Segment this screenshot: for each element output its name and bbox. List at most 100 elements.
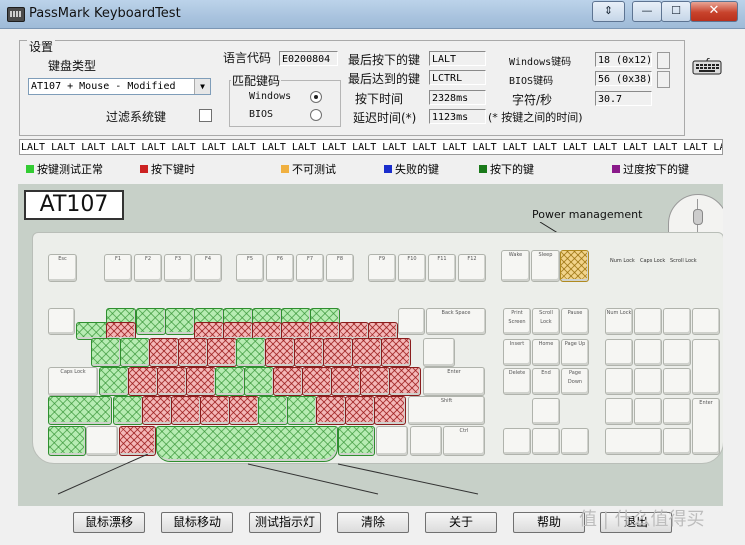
clear-button[interactable]: 清除 [337,512,409,533]
legend-failed: 失败的键 [384,161,439,176]
help-button[interactable]: 帮助 [513,512,585,533]
key-f6: F6 [266,254,294,282]
key-b [215,367,245,396]
legend-swatch-icon [140,165,148,173]
close-button[interactable]: ✕ [690,1,738,22]
filter-system-keys-label: 过滤系统键 [106,110,167,124]
key-v [186,367,216,396]
key-shift-z [113,396,143,425]
status-indicator-1 [657,52,670,69]
key-num-minus [692,308,720,335]
key-left-ctrl [48,426,86,456]
key-shift-b [229,396,259,425]
cable-lines [57,454,479,495]
resize-arrows-button[interactable]: ⇕ [592,1,625,22]
key-print-screen: Print Screen [503,308,531,335]
key-num-3 [663,398,691,425]
key-log: LALT LALT LALT LALT LALT LALT LALT LALT … [19,139,723,155]
key-num-plus [692,339,720,395]
key-shift-n [258,396,288,425]
key-pause: Pause [561,308,589,335]
legend-untestable: 不可测试 [281,161,336,176]
language-code-field: E0200804 [279,51,338,66]
about-button[interactable]: 关于 [425,512,497,533]
keyboard-model-label: AT107 [24,190,124,220]
key-f12: F12 [458,254,486,282]
key-shift-period [345,396,375,425]
filter-system-keys-checkbox[interactable] [199,109,212,122]
maximize-button[interactable]: ☐ [661,1,691,22]
key-d [149,338,179,367]
delay-time-label: 延迟时间(*) [353,111,417,125]
legend-swatch-icon [26,165,34,173]
key-f7: F7 [296,254,324,282]
scroll-lock-led-label: Scroll Lock [670,258,697,264]
key-quote [381,338,411,367]
key-num-lock: Num Lock [605,308,633,335]
key-f4: F4 [194,254,222,282]
status-indicator-2 [657,71,670,88]
title-bar: PassMark KeyboardTest ⇕ — ☐ ✕ [0,0,745,29]
key-num-7 [605,339,633,366]
key-h [236,338,266,367]
bios-radio[interactable] [310,109,322,121]
key-shift-comma [316,396,346,425]
key-left-alt [119,426,156,456]
key-delete: Delete [503,368,531,395]
key-slash [360,367,390,396]
keyboard-type-select[interactable]: AT107 + Mouse - Modified ▼ [28,78,211,95]
power-management-label: Power management [532,208,643,221]
key-end: End [532,368,560,395]
test-leds-button[interactable]: 测试指示灯 [249,512,321,533]
key-caps-lock: Caps Lock [48,367,98,396]
key-page-up: Page Up [561,339,589,366]
key-a [91,338,121,367]
key-bracket [423,338,455,367]
legend-pressed: 按下的键 [479,161,534,176]
key-shift-v [200,396,230,425]
delay-time-field: 1123ms [429,109,486,124]
key-num-decimal [663,428,691,455]
key-num-4 [605,368,633,395]
windows-radio[interactable] [310,91,322,103]
key-num-5 [634,368,662,395]
key-left-win [86,426,118,456]
key-num-8 [634,339,662,366]
key-backslash [389,367,421,396]
legend-swatch-icon [384,165,392,173]
window-title: PassMark KeyboardTest [29,6,181,21]
mouse-drift-button[interactable]: 鼠标漂移 [73,512,145,533]
key-arrow-right [561,428,589,455]
dropdown-arrow-icon[interactable]: ▼ [194,79,210,94]
last-released-field: LCTRL [429,70,486,85]
legend-swatch-icon [612,165,620,173]
key-grave [48,308,75,335]
key-scroll-lock: Scroll Lock [532,308,560,335]
mapping-option-windows: Windows [249,91,292,102]
settings-group-label: 设置 [27,38,56,55]
key-c [157,367,187,396]
mapping-option-bios: BIOS [249,109,274,120]
key-f5: F5 [236,254,264,282]
key-s [120,338,150,367]
mapping-label: 匹配键码 [231,72,282,89]
minimize-button[interactable]: — [632,1,662,22]
key-arrow-down [532,428,560,455]
delay-note: (* 按键之间的时间) [488,111,583,124]
key-num-1 [605,398,633,425]
legend-pressing: 按下键时 [140,161,195,176]
key-2 [136,308,166,335]
mouse-move-button[interactable]: 鼠标移动 [161,512,233,533]
chars-per-sec-label: 字符/秒 [512,93,553,107]
key-k [294,338,324,367]
key-num-6 [663,368,691,395]
key-left-shift [48,396,112,425]
keyboard-type-label: 键盘类型 [48,59,97,73]
key-l [323,338,353,367]
key-num-multiply [663,308,691,335]
key-n [244,367,274,396]
key-num-2 [634,398,662,425]
key-arrow-up [532,398,560,425]
key-equals [398,308,425,335]
key-shift-x [142,396,172,425]
